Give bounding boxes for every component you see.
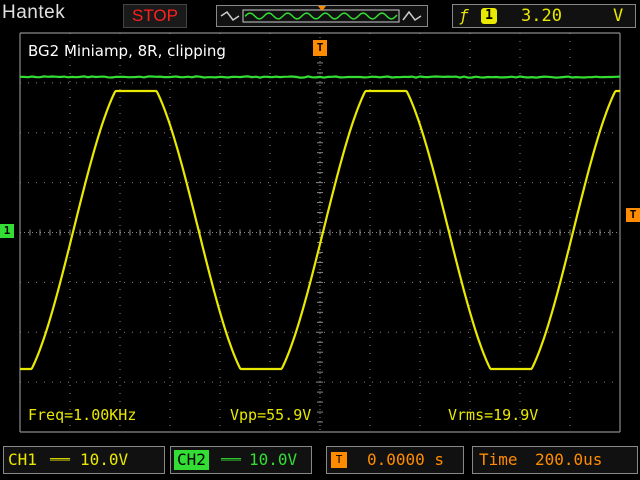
- waveform-plot: [0, 30, 640, 435]
- ch2-trace: [20, 76, 620, 77]
- trigger-status[interactable]: ƒ 1 3.20 V: [452, 4, 636, 28]
- dc-coupling-icon: ═══: [221, 447, 241, 473]
- timebase-overview[interactable]: [216, 5, 428, 27]
- ch1-scale: 10.0V: [80, 447, 128, 473]
- ch2-label: CH2: [174, 450, 209, 470]
- timebase-window-icon: [217, 6, 427, 26]
- frequency-readout: Freq=1.00KHz: [28, 406, 136, 424]
- scope-display: BG2 Miniamp, 8R, clipping T 1 T Freq=1.0…: [0, 30, 640, 435]
- brand-logo: Hantek: [2, 2, 65, 24]
- graticule: [20, 33, 620, 432]
- trigger-level-unit: V: [613, 6, 623, 26]
- time-label: Time: [479, 447, 518, 473]
- trigger-time: 0.0000 s: [367, 447, 444, 473]
- rising-edge-icon: ƒ: [459, 6, 469, 25]
- ch1-scale-box[interactable]: CH1 ═══ 10.0V: [3, 446, 165, 474]
- trigger-level-marker[interactable]: T: [626, 208, 640, 222]
- trigger-position-icon: T: [331, 452, 347, 468]
- ch1-ground-marker[interactable]: 1: [0, 224, 14, 238]
- ch1-label: CH1: [8, 447, 37, 473]
- trigger-position-marker[interactable]: T: [313, 40, 327, 56]
- mini-waveform: [245, 13, 397, 19]
- trigger-channel-badge: 1: [481, 8, 497, 24]
- dc-coupling-icon: ═══: [50, 447, 70, 473]
- timebase-box[interactable]: Time 200.0us: [472, 446, 638, 474]
- ch2-scale: 10.0V: [249, 447, 297, 473]
- vpp-readout: Vpp=55.9V: [230, 406, 311, 424]
- screen-caption: BG2 Miniamp, 8R, clipping: [28, 42, 226, 60]
- trigger-position-box[interactable]: T 0.0000 s: [326, 446, 464, 474]
- trigger-level: 3.20: [521, 6, 562, 26]
- bottom-bar: CH1 ═══ 10.0V CH2 ═══ 10.0V T 0.0000 s T…: [0, 440, 640, 480]
- ch2-scale-box[interactable]: CH2 ═══ 10.0V: [170, 446, 312, 474]
- run-stop-button[interactable]: STOP: [123, 4, 187, 28]
- vrms-readout: Vrms=19.9V: [448, 406, 538, 424]
- time-scale: 200.0us: [535, 447, 602, 473]
- top-bar: Hantek STOP ƒ 1 3.20 V: [0, 0, 640, 30]
